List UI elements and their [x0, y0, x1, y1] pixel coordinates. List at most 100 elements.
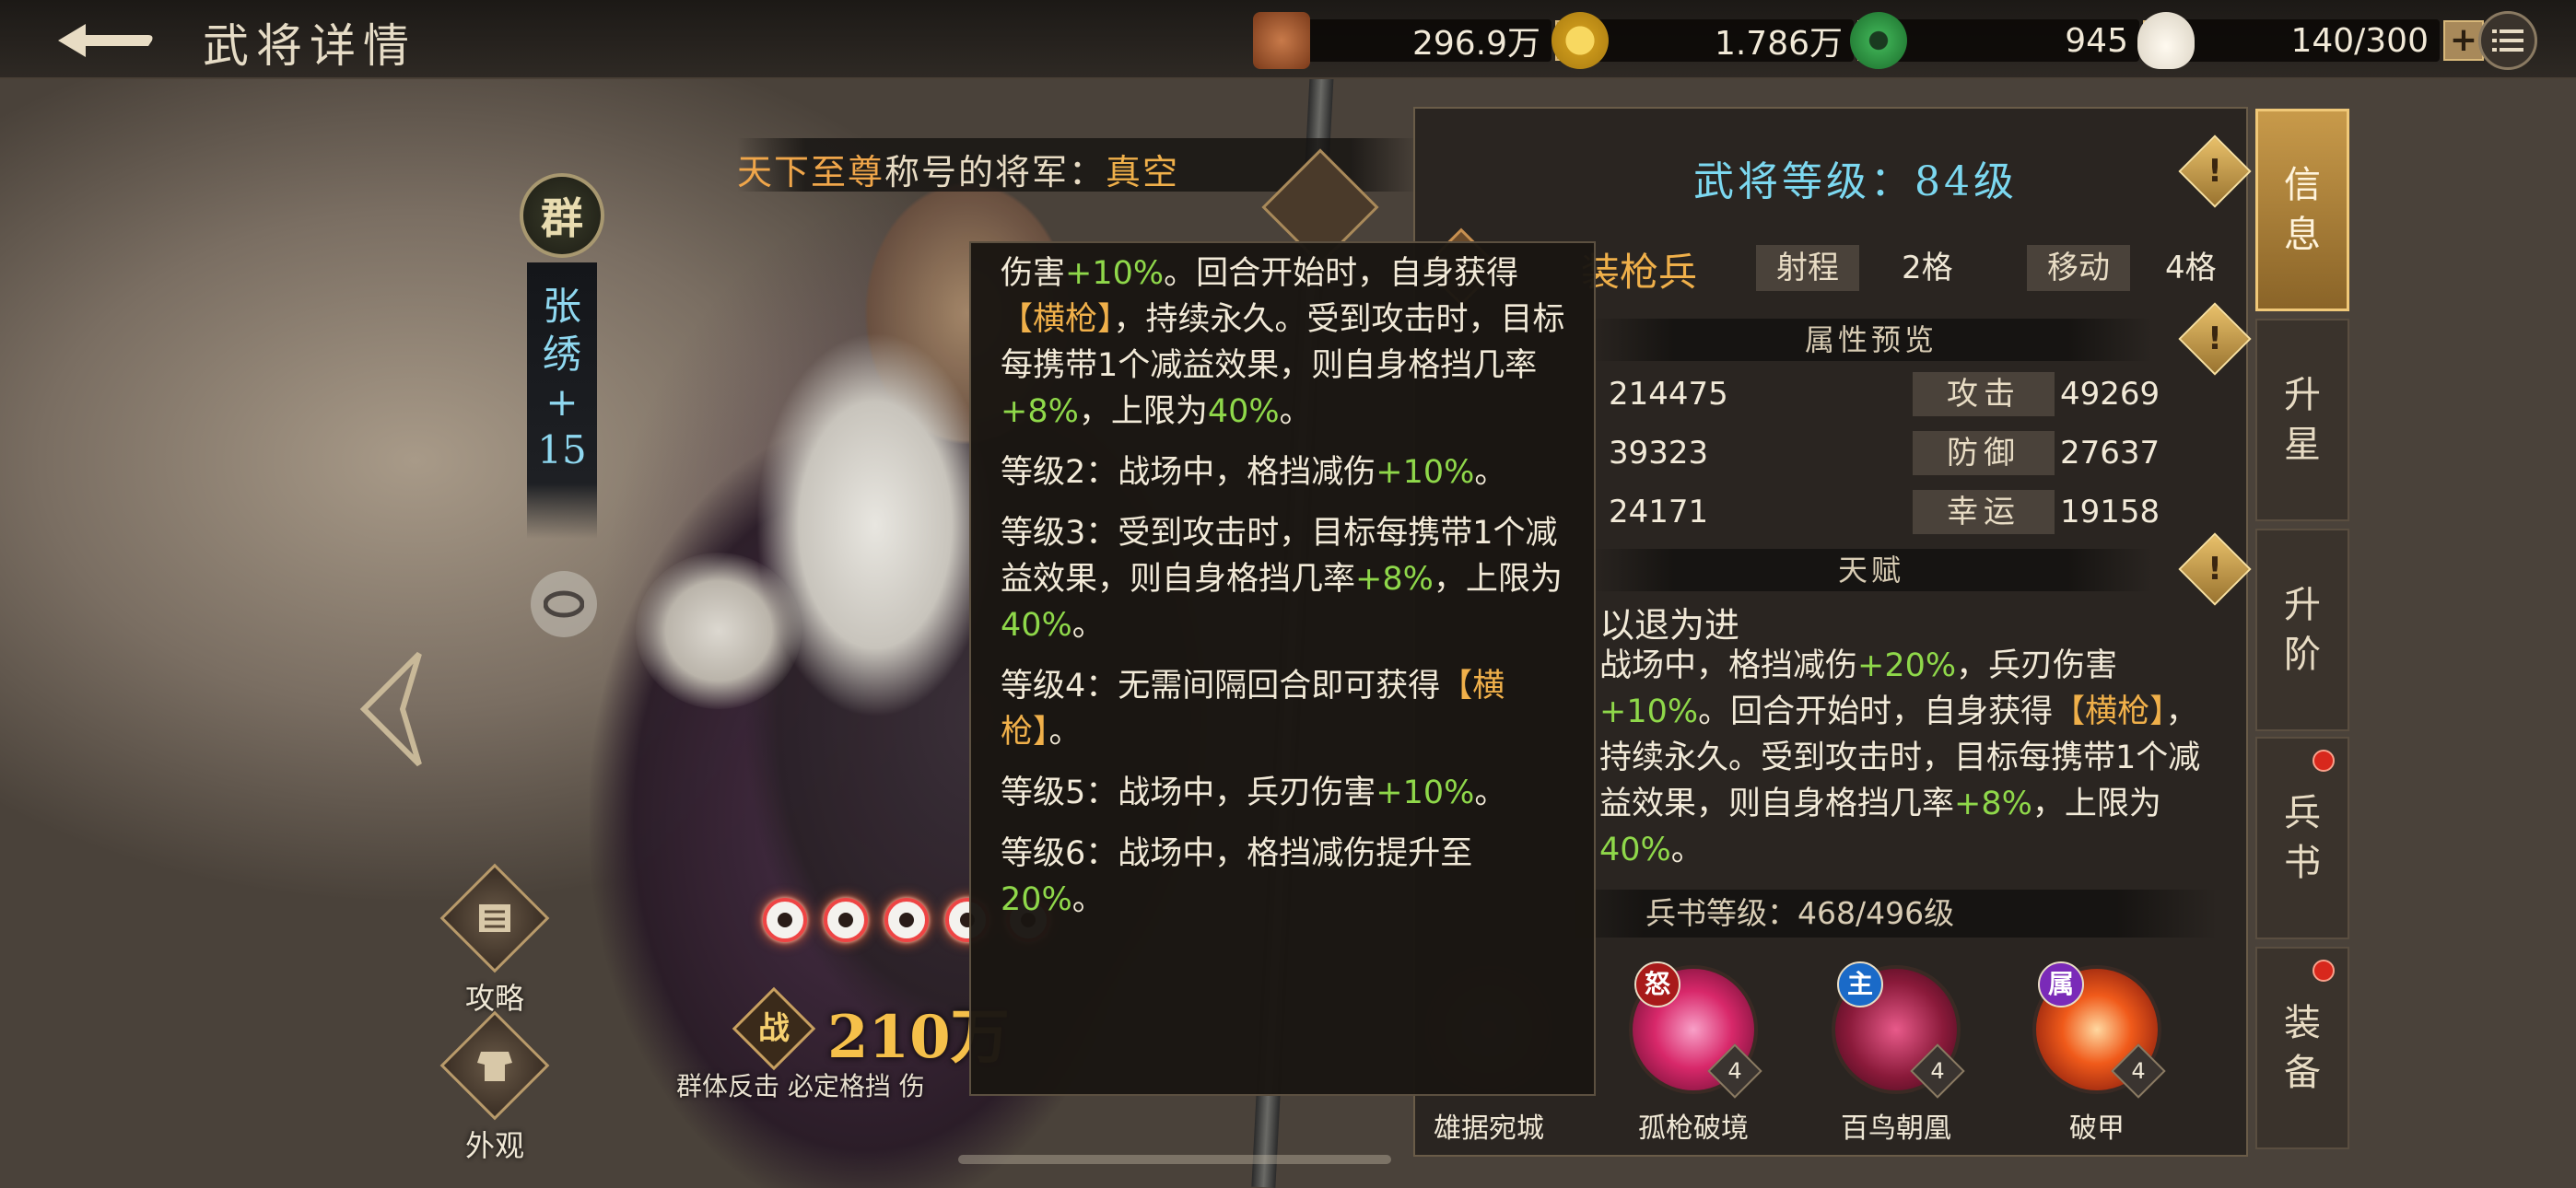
tooltip-level-2: 等级2：战场中，格挡减伤+10%。 — [1001, 454, 1507, 491]
currency-jade: 945 + — [1850, 12, 2184, 69]
book-name: 百鸟朝凰 — [1841, 1112, 1951, 1145]
jade-value: 945 — [1894, 19, 2139, 62]
tab-war-book[interactable]: 兵书 — [2255, 737, 2349, 939]
top-bar: 武将详情 296.9万 + 1.786万 + 945 + 140/300 + — [0, 0, 2576, 79]
phoenix-icon: 主 4 — [1832, 961, 1965, 1099]
hero-name-banner: 张 绣 + 15 — [527, 262, 597, 539]
notification-dot — [2313, 750, 2335, 772]
exclamation-icon: ! — [2207, 153, 2222, 190]
bun-value: 140/300 — [2182, 19, 2440, 62]
tooltip-level-3: 等级3：受到攻击时，目标每携带1个减益效果，则自身格挡几率+8%，上限为40%。 — [1001, 515, 1563, 644]
stat-label: 攻击 — [1913, 372, 2055, 416]
star-icon — [884, 898, 929, 942]
range-value: 2格 — [1902, 250, 1953, 286]
star-icon — [824, 898, 868, 942]
attr-section-title: 属性预览 — [1590, 319, 2152, 361]
tab-star-up[interactable]: 升星 — [2255, 319, 2349, 521]
gold-coin-icon — [1551, 12, 1609, 69]
back-button[interactable] — [44, 17, 164, 63]
book-count: 4 — [2111, 1043, 2166, 1099]
title-holder: 真空 — [1106, 152, 1180, 192]
book-name: 破甲 — [2069, 1112, 2125, 1145]
talent-name: 以退为进 — [1599, 605, 1740, 646]
exclamation-icon: ! — [2207, 551, 2222, 588]
jade-icon — [1850, 12, 1907, 69]
book-type-tag: 属 — [2038, 961, 2084, 1007]
title-rank: 天下至尊 — [737, 152, 885, 192]
tooltip-level-5: 等级5：战场中，兵刃伤害+10%。 — [1001, 775, 1507, 811]
talent-description: 战场中，格挡减伤+20%，兵刃伤害+10%。回合开始时，自身获得【横枪】，持续永… — [1599, 647, 2201, 868]
book-level-value: 468/496级 — [1797, 895, 1955, 931]
book-slot-2[interactable]: 怒 4 孤枪破境 — [1620, 961, 1767, 1149]
currency-gold: 1.786万 + — [1551, 12, 1898, 69]
scroll-icon — [439, 863, 550, 973]
troop-type: 装枪兵 — [1581, 250, 1698, 295]
hero-name-char: 张 — [542, 284, 581, 329]
level-label: 武将等级：84级 — [1693, 158, 2018, 205]
copper-coin-icon — [1253, 12, 1310, 69]
tooltip-base-effect: 伤害+10%。回合开始时，自身获得【横枪】，持续永久。受到攻击时，目标每携带1个… — [1001, 255, 1565, 430]
tab-advance[interactable]: 升阶 — [2255, 529, 2349, 731]
title-label: 称号的将军： — [884, 152, 1107, 192]
tab-equipment[interactable]: 装备 — [2255, 947, 2349, 1149]
hero-plus-level: 15 — [537, 427, 587, 472]
talent-section-title: 天赋 — [1590, 549, 2152, 591]
skill-caption: 群体反击 必定格挡 伤 — [676, 1071, 925, 1101]
armor-break-icon: 属 4 — [2032, 961, 2166, 1099]
hero-plus-sign: + — [545, 379, 579, 425]
tooltip-level-4: 等级4：无需间隔回合即可获得【横枪】。 — [1001, 668, 1505, 751]
book-name: 雄据宛城 — [1434, 1112, 1544, 1145]
copper-value: 296.9万 — [1297, 19, 1551, 63]
currency-bun: 140/300 + — [2137, 12, 2484, 69]
home-indicator — [958, 1155, 1391, 1164]
spear-burst-icon: 怒 4 — [1629, 961, 1762, 1099]
book-count: 4 — [1910, 1043, 1965, 1099]
stat-left: 214475 — [1609, 376, 1728, 413]
stat-left: 39323 — [1609, 435, 1709, 472]
tooltip-level-6: 等级6：战场中，格挡减伤提升至20%。 — [1001, 835, 1473, 918]
tab-info[interactable]: 信息 — [2255, 109, 2349, 311]
faction-badge: 群 — [520, 173, 604, 258]
level-header: 武将等级：84级 — [1415, 136, 2250, 219]
currency-copper: 296.9万 + — [1253, 12, 1596, 69]
move-value: 4格 — [2165, 250, 2217, 286]
book-count: 4 — [1707, 1043, 1762, 1099]
talent-info-button[interactable]: ! — [2178, 532, 2252, 606]
stat-right: 49269 — [2060, 376, 2160, 413]
hero-name-char: 绣 — [542, 332, 581, 377]
hero-fur-shoulder — [636, 553, 802, 709]
book-slot-3[interactable]: 主 4 百鸟朝凰 — [1822, 961, 1970, 1149]
previous-hero-button[interactable] — [350, 645, 433, 774]
chevron-left-icon — [359, 651, 422, 767]
book-type-tag: 主 — [1837, 961, 1883, 1007]
stat-right: 19158 — [2060, 494, 2160, 530]
stat-right: 27637 — [2060, 435, 2160, 472]
appearance-label: 外观 — [464, 1128, 524, 1163]
stat-label: 幸运 — [1913, 490, 2055, 534]
page-title: 武将详情 — [203, 19, 416, 73]
star-icon — [763, 898, 807, 942]
notification-dot — [2313, 960, 2335, 982]
guide-button[interactable]: 攻略 — [435, 863, 555, 1018]
menu-button[interactable] — [2478, 11, 2537, 70]
back-arrow-icon — [58, 24, 153, 57]
book-level-bar: 兵书等级：468/496级 — [1544, 890, 2217, 938]
power-badge-label: 战 — [758, 1010, 790, 1047]
gold-value: 1.786万 — [1596, 19, 1854, 63]
level-value: 84级 — [1914, 158, 2018, 205]
book-slot-4[interactable]: 属 4 破甲 — [2023, 961, 2171, 1149]
book-name: 孤枪破境 — [1638, 1112, 1749, 1145]
attr-info-button[interactable]: ! — [2178, 302, 2252, 376]
list-menu-icon — [2492, 29, 2523, 52]
stat-left: 24171 — [1609, 494, 1709, 530]
talent-level-tooltip: 伤害+10%。回合开始时，自身获得【横枪】，持续永久。受到攻击时，目标每携带1个… — [969, 241, 1596, 1096]
exclamation-icon: ! — [2207, 320, 2222, 357]
steamed-bun-icon — [2137, 12, 2195, 69]
book-type-tag: 怒 — [1634, 961, 1680, 1007]
appearance-button[interactable]: 外观 — [435, 1010, 555, 1165]
armor-icon — [439, 1010, 550, 1121]
move-label: 移动 — [2027, 245, 2130, 291]
ring-icon[interactable] — [531, 571, 597, 637]
range-label: 射程 — [1756, 245, 1859, 291]
stat-label: 防御 — [1913, 431, 2055, 475]
